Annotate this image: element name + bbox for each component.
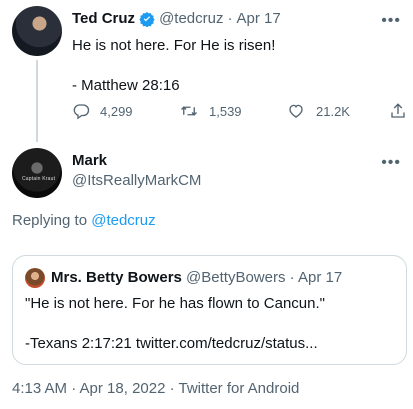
tweet-date[interactable]: Apr 17 <box>236 10 280 27</box>
quoted-tweet-text: "He is not here. For he has flown to Can… <box>25 294 395 374</box>
mark-avatar[interactable]: Captain Kraut <box>12 148 62 198</box>
reply-author-handle[interactable]: @ItsReallyMarkCM <box>72 172 201 189</box>
reply-author-name[interactable]: Mark <box>72 152 107 169</box>
replying-to-prefix: Replying to <box>12 212 88 229</box>
tweet-actions: 4,299 1,539 21.2K <box>72 102 407 120</box>
tweet-line: - Matthew 28:16 <box>72 77 180 94</box>
tweet-timestamp[interactable]: 4:13 AM · Apr 18, 2022 · Twitter for And… <box>12 380 299 397</box>
reply-count: 4,299 <box>100 103 133 119</box>
retweet-button[interactable]: 1,539 <box>179 102 286 120</box>
quoted-line: -Texans 2:17:21 twitter.com/tedcruz/stat… <box>25 335 318 352</box>
retweet-icon <box>181 106 197 116</box>
more-options-icon[interactable]: ••• <box>381 155 401 171</box>
replying-to-link[interactable]: @tedcruz <box>91 212 155 229</box>
tweet-line: He is not here. For He is risen! <box>72 37 276 54</box>
author-handle[interactable]: @tedcruz <box>159 10 223 27</box>
reply-button[interactable]: 4,299 <box>72 102 179 120</box>
author-name[interactable]: Ted Cruz <box>72 10 135 27</box>
quoted-author-name: Mrs. Betty Bowers <box>51 269 182 286</box>
share-icon <box>391 103 405 118</box>
quoted-tweet-header: Mrs. Betty Bowers @BettyBowers · Apr 17 <box>51 269 342 286</box>
quoted-line: "He is not here. For he has flown to Can… <box>25 295 325 312</box>
separator-dot: · <box>289 269 295 286</box>
replying-to: Replying to @tedcruz <box>12 212 156 229</box>
share-button[interactable] <box>389 102 407 123</box>
quoted-tweet[interactable]: Mrs. Betty Bowers @BettyBowers · Apr 17 … <box>12 255 407 365</box>
separator-dot: · <box>227 10 233 27</box>
quoted-author-avatar <box>25 268 45 288</box>
retweet-count: 1,539 <box>209 103 242 119</box>
quoted-tweet-date: Apr 17 <box>298 269 343 286</box>
tweet-header: Ted Cruz @tedcruz · Apr 17 <box>72 10 281 27</box>
like-button[interactable]: 21.2K <box>286 102 393 120</box>
tedcruz-avatar[interactable] <box>12 6 62 56</box>
verified-badge-icon <box>139 11 155 27</box>
reply-icon <box>73 104 90 120</box>
quoted-author-handle: @BettyBowers <box>186 269 286 286</box>
heart-icon <box>289 104 303 118</box>
like-count: 21.2K <box>316 103 350 119</box>
more-options-icon[interactable]: ••• <box>381 13 401 29</box>
thread-line <box>36 60 38 142</box>
avatar-caption: Captain Kraut <box>22 176 56 182</box>
